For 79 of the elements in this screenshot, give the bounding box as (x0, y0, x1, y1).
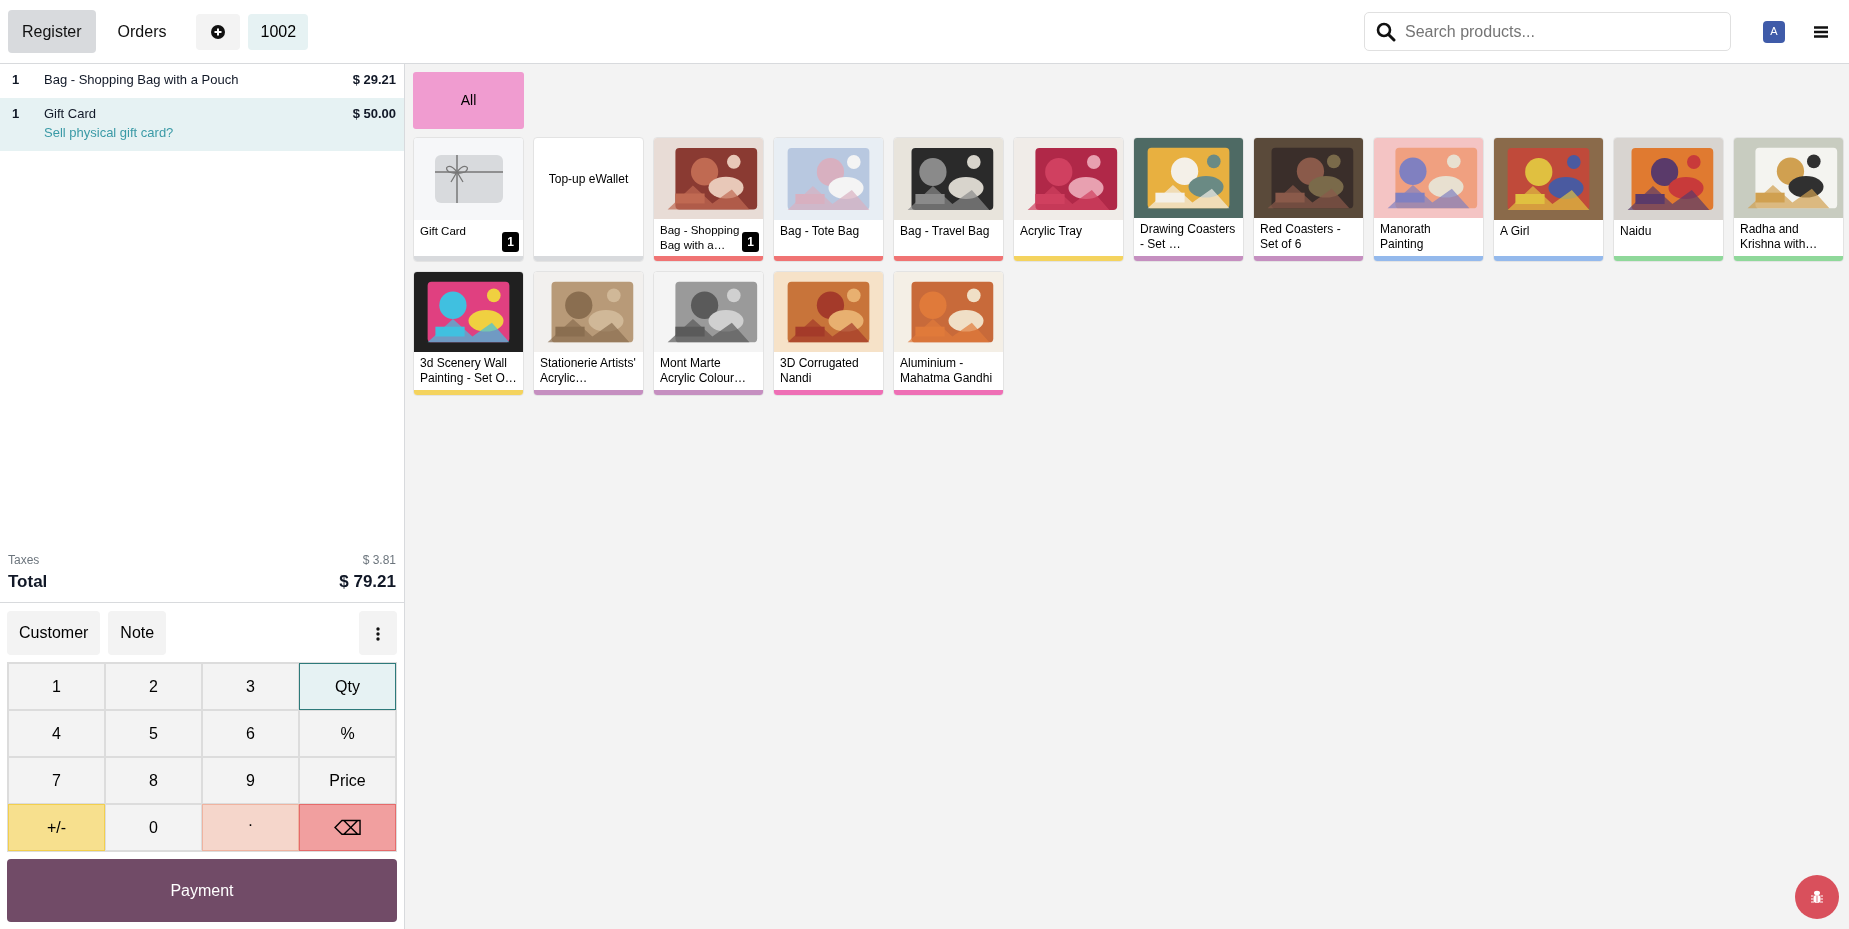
product-card[interactable]: Top-up eWallet (533, 137, 644, 262)
product-card[interactable]: Bag - Travel Bag (893, 137, 1004, 262)
product-name: Drawing Coasters - Set … (1139, 221, 1237, 254)
taxes-amount: $ 3.81 (362, 551, 396, 569)
bug-icon (1809, 889, 1825, 905)
product-card[interactable]: Radha and Krishna with… (1733, 137, 1844, 262)
numpad-key[interactable]: . (202, 804, 299, 851)
product-name: Bag - Travel Bag (899, 223, 991, 240)
more-icon (376, 626, 380, 641)
product-name: 3D Corrugated Nandi (779, 355, 860, 388)
numpad-key[interactable]: Qty (299, 663, 396, 710)
category-button[interactable]: All (413, 72, 524, 129)
more-button[interactable] (359, 611, 397, 655)
line-price: $ 29.21 (352, 71, 396, 89)
product-name: Aluminium - Mahatma Gandhi (899, 355, 994, 388)
quantity-badge: 1 (502, 232, 519, 252)
product-name: Radha and Krishna with… (1739, 221, 1819, 254)
product-name: Top-up eWallet (547, 171, 630, 188)
numpad-key[interactable]: 8 (105, 757, 202, 804)
new-order-button[interactable] (196, 13, 241, 50)
product-card[interactable]: Naidu (1613, 137, 1724, 262)
product-card[interactable]: Acrylic Tray (1013, 137, 1124, 262)
numpad-key[interactable]: 0 (105, 804, 202, 851)
product-card[interactable]: Drawing Coasters - Set … (1133, 137, 1244, 262)
total-amount: $ 79.21 (339, 570, 396, 593)
product-name: Bag - Shopping Bag with a Pouch (44, 71, 240, 89)
numpad-key[interactable]: +/- (8, 804, 105, 851)
product-card[interactable]: A Girl (1493, 137, 1604, 262)
numpad-key[interactable]: % (299, 710, 396, 757)
product-name: Gift Card (44, 104, 97, 123)
payment-button[interactable]: Payment (7, 859, 397, 922)
product-card[interactable]: Bag - Tote Bag (773, 137, 884, 262)
product-card[interactable]: Bag - Shopping Bag with a… 1 (653, 137, 764, 262)
product-card[interactable]: Mont Marte Acrylic Colour… (653, 271, 764, 396)
order-tab[interactable]: 1002 (248, 13, 309, 50)
plus-circle-icon (211, 24, 226, 39)
numpad-key[interactable]: 1 (8, 663, 105, 710)
product-card[interactable]: Red Coasters - Set of 6 (1253, 137, 1364, 262)
product-card[interactable]: Aluminium - Mahatma Gandhi (893, 271, 1004, 396)
product-name: Bag - Tote Bag (779, 223, 861, 240)
user-avatar[interactable]: A (1763, 20, 1785, 43)
search-field[interactable]: Search products... (1364, 12, 1731, 51)
product-card[interactable]: 3D Corrugated Nandi (773, 271, 884, 396)
product-card[interactable]: Manorath Painting (1373, 137, 1484, 262)
nav-tab[interactable]: Orders (103, 10, 181, 53)
gift-card-icon (434, 155, 503, 203)
numpad-key[interactable]: 7 (8, 757, 105, 804)
numpad-key[interactable]: 5 (105, 710, 202, 757)
product-name: Stationerie Artists' Acrylic… (539, 355, 637, 388)
taxes-label: Taxes (8, 551, 40, 569)
product-name: Mont Marte Acrylic Colour… (659, 355, 747, 388)
order-line[interactable]: 1 Bag - Shopping Bag with a Pouch $ 29.21 (0, 64, 404, 98)
product-card[interactable]: Stationerie Artists' Acrylic… (533, 271, 644, 396)
action-button[interactable]: Customer (7, 611, 101, 655)
nav-tab[interactable]: Register (8, 10, 96, 53)
total-label: Total (8, 570, 48, 593)
line-price: $ 50.00 (352, 104, 396, 123)
product-name: Manorath Painting (1379, 221, 1432, 254)
product-name: 3d Scenery Wall Painting - Set O… (419, 355, 518, 388)
numpad-key[interactable]: ⌫ (299, 804, 396, 851)
numpad-key[interactable]: 6 (202, 710, 299, 757)
numpad-key[interactable]: Price (299, 757, 396, 804)
numpad-key[interactable]: 4 (8, 710, 105, 757)
numpad-key[interactable]: 2 (105, 663, 202, 710)
product-name: A Girl (1499, 223, 1531, 240)
product-name: Gift Card (419, 224, 467, 239)
product-card[interactable]: 3d Scenery Wall Painting - Set O… (413, 271, 524, 396)
product-name: Bag - Shopping Bag with a… (659, 223, 741, 253)
quantity: 1 (12, 71, 21, 89)
product-name: Red Coasters - Set of 6 (1259, 221, 1342, 254)
numpad-key[interactable]: 3 (202, 663, 299, 710)
quantity: 1 (12, 104, 21, 123)
product-name: Acrylic Tray (1019, 223, 1083, 240)
menu-icon (1814, 25, 1828, 38)
product-name: Naidu (1619, 223, 1653, 240)
product-card[interactable]: Gift Card 1 (413, 137, 524, 262)
action-button[interactable]: Note (108, 611, 167, 655)
numpad-key[interactable]: 9 (202, 757, 299, 804)
quantity-badge: 1 (742, 232, 759, 252)
